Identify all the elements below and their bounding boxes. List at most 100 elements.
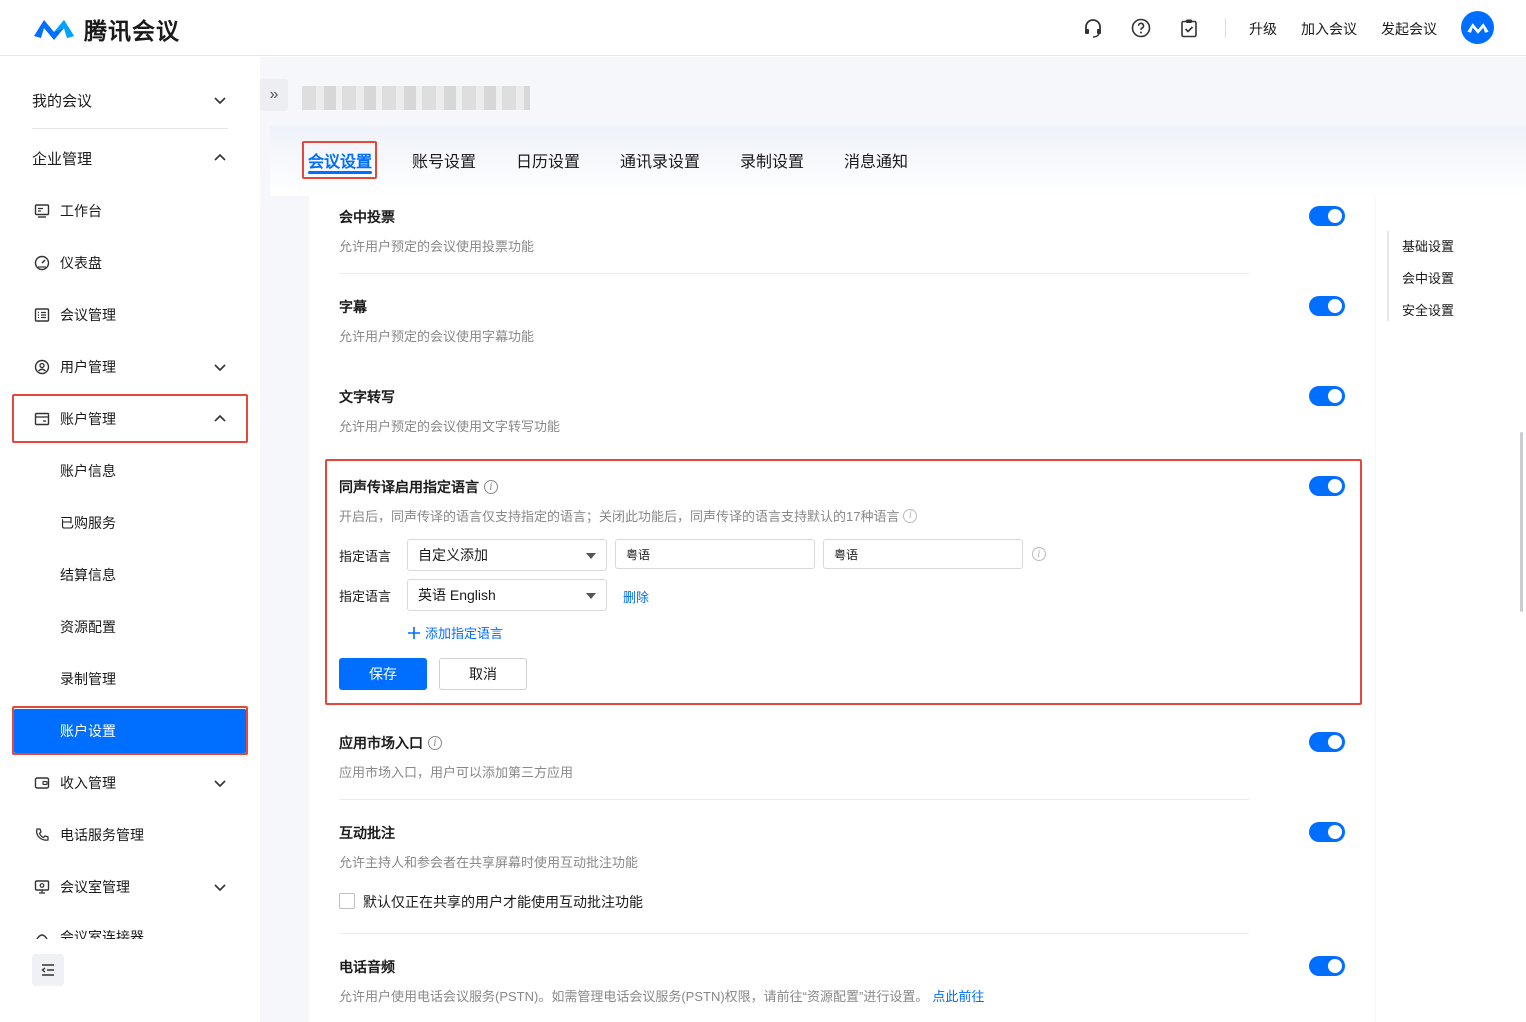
delete-language-link[interactable]: 删除 bbox=[623, 587, 649, 606]
help-icon[interactable] bbox=[1130, 17, 1152, 39]
anchor-security-settings[interactable]: 安全设置 bbox=[1402, 300, 1454, 319]
toggle-interpretation[interactable] bbox=[1309, 476, 1345, 496]
language-input-a[interactable]: 粤语 bbox=[615, 539, 815, 569]
user-icon bbox=[34, 359, 50, 375]
page-scrollbar[interactable] bbox=[1520, 432, 1523, 612]
tab-account-settings[interactable]: 账号设置 bbox=[412, 148, 476, 172]
sidebar-item-phone-service[interactable]: 电话服务管理 bbox=[12, 811, 248, 859]
anchor-in-meeting-settings[interactable]: 会中设置 bbox=[1402, 268, 1454, 287]
caret-down-icon bbox=[586, 593, 596, 599]
tab-calendar-settings[interactable]: 日历设置 bbox=[516, 148, 580, 172]
toggle-transcript[interactable] bbox=[1309, 386, 1345, 406]
info-icon[interactable]: i bbox=[484, 480, 498, 494]
cancel-button[interactable]: 取消 bbox=[439, 658, 527, 690]
setting-title-annotation: 互动批注 bbox=[339, 825, 395, 841]
chevron-down-icon bbox=[214, 884, 226, 892]
add-language-button[interactable]: 添加指定语言 bbox=[407, 623, 503, 642]
sidebar-item-label: 收入管理 bbox=[60, 775, 116, 791]
toggle-vote[interactable] bbox=[1309, 206, 1345, 226]
sidebar-item-label: 我的会议 bbox=[32, 92, 93, 110]
sidebar: 我的会议 企业管理 工作台 仪表盘 会议管理 用户管理 账户管理 账户信息 已购… bbox=[0, 57, 260, 1022]
language-select-english[interactable]: 英语 English bbox=[407, 579, 607, 611]
menu-collapse-icon bbox=[41, 964, 54, 976]
sidebar-item-room-management[interactable]: 会议室管理 bbox=[12, 863, 248, 911]
select-value: 英语 English bbox=[418, 587, 496, 603]
setting-desc-annotation: 允许主持人和参会者在共享屏幕时使用互动批注功能 bbox=[339, 855, 639, 870]
sidebar-item-dashboard[interactable]: 仪表盘 bbox=[12, 239, 248, 287]
setting-desc-transcript: 允许用户预定的会议使用文字转写功能 bbox=[339, 419, 561, 434]
toggle-caption[interactable] bbox=[1309, 296, 1345, 316]
chevron-down-icon bbox=[214, 97, 226, 105]
sidebar-item-enterprise[interactable]: 企业管理 bbox=[12, 134, 248, 182]
divider bbox=[339, 933, 1249, 934]
info-icon[interactable]: i bbox=[428, 736, 442, 750]
sidebar-item-workbench[interactable]: 工作台 bbox=[12, 187, 248, 235]
info-icon[interactable]: i bbox=[903, 508, 918, 523]
sidebar-item-label: 会议室连接器 bbox=[60, 929, 144, 939]
setting-title-transcript: 文字转写 bbox=[339, 389, 395, 405]
setting-desc-pstn: 允许用户使用电话会议服务(PSTN)。如需管理电话会议服务(PSTN)权限，请前… bbox=[339, 986, 984, 1005]
setting-desc-caption: 允许用户预定的会议使用字幕功能 bbox=[339, 329, 535, 344]
setting-title-pstn: 电话音频 bbox=[339, 959, 395, 975]
clipboard-check-icon[interactable] bbox=[1178, 17, 1200, 39]
anchor-nav-line bbox=[1387, 231, 1389, 321]
connector-icon bbox=[36, 934, 48, 939]
language-select-custom[interactable]: 自定义添加 bbox=[407, 539, 607, 571]
blurred-breadcrumb bbox=[302, 86, 530, 110]
setting-desc-interpretation: 开启后，同声传译的语言仅支持指定的语言；关闭此功能后，同声传译的语言支持默认的1… bbox=[339, 506, 918, 525]
tab-notifications[interactable]: 消息通知 bbox=[844, 148, 908, 172]
select-value: 自定义添加 bbox=[418, 547, 488, 563]
upgrade-link[interactable]: 升级 bbox=[1249, 19, 1277, 39]
collapse-sidebar-button[interactable] bbox=[32, 954, 64, 986]
setting-title-vote: 会中投票 bbox=[339, 209, 395, 225]
info-icon[interactable]: i bbox=[1032, 547, 1046, 561]
sidebar-item-label: 仪表盘 bbox=[60, 255, 102, 271]
avatar[interactable] bbox=[1461, 11, 1494, 44]
save-button[interactable]: 保存 bbox=[339, 658, 427, 690]
language-input-b[interactable]: 粤语 bbox=[823, 539, 1023, 569]
right-anchor-nav bbox=[1376, 196, 1526, 1022]
sidebar-clip: 会议室连接器 bbox=[12, 923, 248, 939]
start-meeting-link[interactable]: 发起会议 bbox=[1381, 19, 1437, 39]
anchor-basic-settings[interactable]: 基础设置 bbox=[1402, 236, 1454, 255]
sidebar-item-purchased-services[interactable]: 已购服务 bbox=[12, 499, 248, 547]
toggle-annotation[interactable] bbox=[1309, 822, 1345, 842]
sidebar-item-label: 结算信息 bbox=[60, 567, 116, 583]
sidebar-item-my-meetings[interactable]: 我的会议 bbox=[12, 76, 248, 124]
room-icon bbox=[34, 880, 50, 894]
annotation-checkbox-label: 默认仅正在共享的用户才能使用互动批注功能 bbox=[363, 894, 643, 910]
sidebar-item-resource-config[interactable]: 资源配置 bbox=[12, 603, 248, 651]
wallet-icon bbox=[34, 777, 50, 789]
app-title: 腾讯会议 bbox=[84, 18, 180, 44]
tab-contacts-settings[interactable]: 通讯录设置 bbox=[620, 148, 700, 172]
setting-title-caption: 字幕 bbox=[339, 299, 367, 315]
go-to-resource-config-link[interactable]: 点此前往 bbox=[932, 986, 984, 1005]
sidebar-item-account-info[interactable]: 账户信息 bbox=[12, 447, 248, 495]
double-chevron-right-icon: » bbox=[269, 86, 279, 103]
sidebar-item-user-management[interactable]: 用户管理 bbox=[12, 343, 248, 391]
chevron-down-icon bbox=[214, 780, 226, 788]
toggle-app-market[interactable] bbox=[1309, 732, 1345, 752]
workbench-icon bbox=[34, 204, 50, 218]
sidebar-item-billing-info[interactable]: 结算信息 bbox=[12, 551, 248, 599]
sidebar-item-recording-management[interactable]: 录制管理 bbox=[12, 655, 248, 703]
join-meeting-link[interactable]: 加入会议 bbox=[1301, 19, 1357, 39]
sidebar-item-meeting-management[interactable]: 会议管理 bbox=[12, 291, 248, 339]
divider bbox=[339, 273, 1249, 274]
phone-icon bbox=[36, 828, 49, 841]
toggle-pstn[interactable] bbox=[1309, 956, 1345, 976]
logo[interactable]: 腾讯会议 bbox=[32, 12, 180, 46]
sidebar-item-label: 已购服务 bbox=[60, 515, 116, 531]
annotation-sharer-only-checkbox[interactable] bbox=[339, 893, 355, 909]
tab-recording-settings[interactable]: 录制设置 bbox=[740, 148, 804, 172]
expand-button[interactable]: » bbox=[260, 79, 288, 111]
sidebar-item-label: 会议管理 bbox=[60, 307, 116, 323]
setting-title-interpretation: 同声传译启用指定语言 i bbox=[339, 477, 498, 497]
top-bar: 腾讯会议 升级 加入会议 发起会议 bbox=[0, 0, 1526, 56]
sidebar-item-revenue-management[interactable]: 收入管理 bbox=[12, 759, 248, 807]
headset-icon[interactable] bbox=[1082, 17, 1104, 39]
dashboard-icon bbox=[34, 255, 50, 271]
caret-down-icon bbox=[586, 553, 596, 559]
sidebar-item-label: 会议室管理 bbox=[60, 879, 130, 895]
sidebar-item-room-connector[interactable]: 会议室连接器 bbox=[12, 923, 248, 939]
